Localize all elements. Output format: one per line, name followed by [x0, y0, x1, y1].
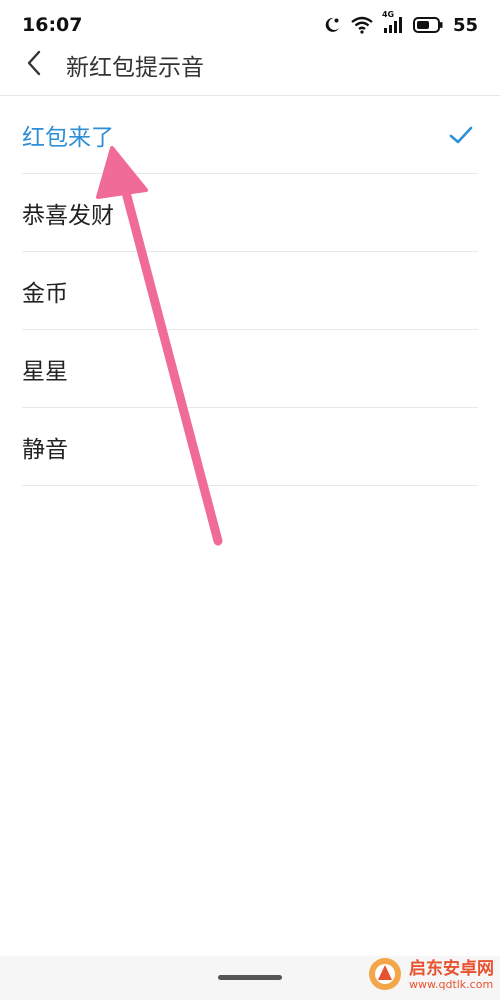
page-title: 新红包提示音: [66, 54, 204, 81]
status-icons: 4G 55: [323, 10, 478, 36]
checkmark-icon: [448, 122, 474, 148]
tone-option-jinbi[interactable]: 金币: [22, 252, 478, 330]
tone-list: 红包来了 恭喜发财 金币 星星 静音: [0, 96, 500, 486]
network-type-label: 4G: [381, 10, 395, 19]
signal-icon: 4G: [382, 10, 403, 34]
tone-option-jingyin[interactable]: 静音: [22, 408, 478, 486]
watermark-title: 启东安卓网: [409, 959, 494, 980]
battery-level: 55: [452, 14, 478, 36]
tone-label: 恭喜发财: [22, 202, 114, 229]
watermark-logo-icon: [367, 956, 403, 996]
tone-label: 金币: [22, 280, 68, 307]
watermark-url: www.qdtlk.com: [409, 978, 494, 992]
tone-label: 静音: [22, 436, 68, 463]
tone-option-hongbao-laile[interactable]: 红包来了: [22, 96, 478, 174]
home-indicator[interactable]: [218, 975, 282, 980]
watermark: 启东安卓网 www.qdtlk.com: [367, 956, 494, 996]
moon-icon: [323, 16, 341, 34]
tone-label: 星星: [22, 358, 68, 385]
tone-label: 红包来了: [22, 124, 114, 151]
page-header: 新红包提示音: [0, 34, 500, 96]
battery-icon: [412, 17, 443, 33]
tone-option-xingxing[interactable]: 星星: [22, 330, 478, 408]
chevron-left-icon: [24, 49, 44, 81]
wifi-icon: [351, 16, 373, 34]
back-button[interactable]: [4, 34, 64, 96]
tone-option-gongxi-facai[interactable]: 恭喜发财: [22, 174, 478, 252]
